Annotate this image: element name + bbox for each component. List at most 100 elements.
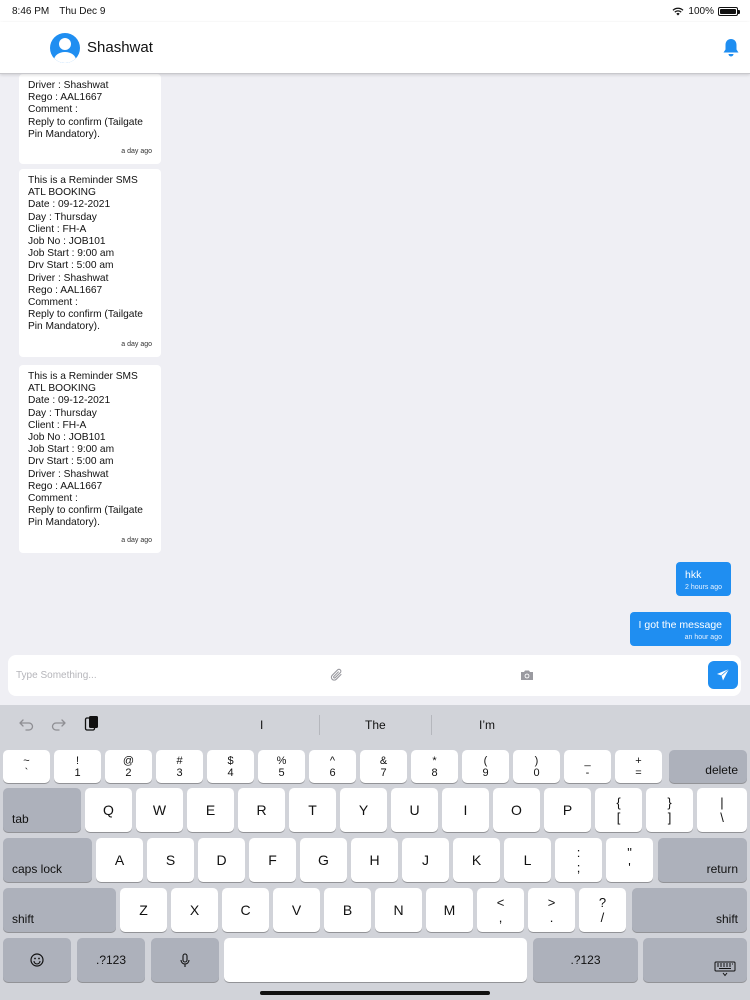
message-text: hkk (685, 569, 702, 581)
key-a[interactable]: A (96, 838, 143, 882)
key[interactable]: & 7 (360, 750, 407, 783)
status-bar: 8:46 PM Thu Dec 9 100% (0, 0, 750, 22)
key-x[interactable]: X (171, 888, 218, 932)
incoming-message: Driver : Shashwat Rego : AAL1667 Comment… (19, 74, 161, 165)
key-g[interactable]: G (300, 838, 347, 882)
key-q[interactable]: Q (85, 788, 132, 832)
suggestion-3[interactable]: I’m (479, 718, 495, 732)
key[interactable]: ) 0 (513, 750, 560, 783)
key-j[interactable]: J (402, 838, 449, 882)
numbers-key-right[interactable]: .?123 (533, 938, 638, 982)
camera-icon[interactable] (520, 669, 534, 681)
key[interactable]: ^ 6 (309, 750, 356, 783)
emoji-icon (30, 953, 44, 967)
message-time: a day ago (121, 148, 152, 156)
key-o[interactable]: O (493, 788, 540, 832)
paste-icon[interactable] (84, 715, 100, 733)
key-v[interactable]: V (273, 888, 320, 932)
key[interactable]: ? / (579, 888, 626, 932)
key[interactable]: ~ ` (3, 750, 50, 783)
hide-keyboard-key[interactable] (643, 938, 747, 982)
contact-name: Shashwat (87, 39, 153, 56)
key-b[interactable]: B (324, 888, 371, 932)
key-m[interactable]: M (426, 888, 473, 932)
on-screen-keyboard: I The I’m ~ ` ! 1 @2 #3 $4 % 5 ^ 6 & 7 * 8 (9 … (0, 705, 750, 1000)
suggestion-1[interactable]: I (260, 718, 263, 732)
message-time: a day ago (121, 340, 152, 348)
message-text: Driver : Shashwat Rego : AAL1667 Comment… (28, 80, 143, 140)
key[interactable]: >. (528, 888, 575, 932)
key[interactable]: | \ (697, 788, 747, 832)
shift-key-right[interactable]: shift (632, 888, 747, 932)
suggestion-2[interactable]: The (365, 718, 386, 732)
key-y[interactable]: Y (340, 788, 387, 832)
message-list[interactable]: Driver : Shashwat Rego : AAL1667 Comment… (0, 74, 750, 654)
key[interactable]: (9 (462, 750, 509, 783)
microphone-icon (180, 952, 190, 967)
caps-lock-key[interactable]: caps lock (3, 838, 92, 882)
incoming-message: This is a Reminder SMS ATL BOOKING Date … (19, 365, 161, 553)
battery-icon (718, 6, 740, 16)
key[interactable]: " ' (606, 838, 653, 882)
key[interactable]: <, (477, 888, 524, 932)
status-right: 100% (672, 5, 740, 17)
avatar[interactable] (50, 32, 80, 63)
key[interactable]: }] (646, 788, 693, 832)
status-date: Thu Dec 9 (59, 5, 106, 17)
key-w[interactable]: W (136, 788, 183, 832)
key[interactable]: :; (555, 838, 602, 882)
numbers-key-left[interactable]: .?123 (77, 938, 145, 982)
key-c[interactable]: C (222, 888, 269, 932)
keyboard-dismiss-icon (714, 961, 736, 977)
undo-icon[interactable] (18, 717, 34, 731)
key-i[interactable]: I (442, 788, 489, 832)
battery-percent: 100% (688, 5, 714, 17)
emoji-key[interactable] (3, 938, 71, 982)
key[interactable]: + = (615, 750, 662, 783)
send-button[interactable] (708, 661, 738, 689)
key-k[interactable]: K (453, 838, 500, 882)
key[interactable]: $4 (207, 750, 254, 783)
key-n[interactable]: N (375, 888, 422, 932)
key-d[interactable]: D (198, 838, 245, 882)
redo-icon[interactable] (51, 717, 67, 731)
message-time: an hour ago (684, 634, 722, 641)
key[interactable]: #3 (156, 750, 203, 783)
key-u[interactable]: U (391, 788, 438, 832)
key-z[interactable]: Z (120, 888, 167, 932)
key[interactable]: * 8 (411, 750, 458, 783)
key-l[interactable]: L (504, 838, 551, 882)
key[interactable]: ! 1 (54, 750, 101, 783)
shift-key-left[interactable]: shift (3, 888, 116, 932)
key-r[interactable]: R (238, 788, 285, 832)
message-text: This is a Reminder SMS ATL BOOKING Date … (28, 371, 143, 529)
home-indicator (260, 991, 490, 995)
message-time: 2 hours ago (685, 584, 722, 591)
status-time: 8:46 PM (12, 5, 50, 17)
bell-icon[interactable] (722, 38, 740, 58)
wifi-icon (672, 7, 684, 15)
key-t[interactable]: T (289, 788, 336, 832)
outgoing-message: I got the message an hour ago (629, 612, 731, 646)
key-e[interactable]: E (187, 788, 234, 832)
message-text: This is a Reminder SMS ATL BOOKING Date … (28, 175, 143, 333)
key-s[interactable]: S (147, 838, 194, 882)
key[interactable]: {[ (595, 788, 642, 832)
delete-key[interactable]: delete (669, 750, 747, 783)
tab-key[interactable]: tab (3, 788, 81, 832)
message-composer (8, 655, 741, 696)
message-text: I got the message (638, 619, 722, 631)
return-key[interactable]: return (658, 838, 747, 882)
key-h[interactable]: H (351, 838, 398, 882)
key[interactable]: _ - (564, 750, 611, 783)
send-icon (717, 668, 730, 681)
key[interactable]: % 5 (258, 750, 305, 783)
dictation-key[interactable] (151, 938, 219, 982)
key-f[interactable]: F (249, 838, 296, 882)
key-p[interactable]: P (544, 788, 591, 832)
paperclip-icon[interactable] (330, 667, 344, 683)
outgoing-message: hkk 2 hours ago (676, 562, 731, 596)
message-input[interactable] (16, 670, 316, 681)
key[interactable]: @2 (105, 750, 152, 783)
space-key[interactable] (224, 938, 527, 982)
